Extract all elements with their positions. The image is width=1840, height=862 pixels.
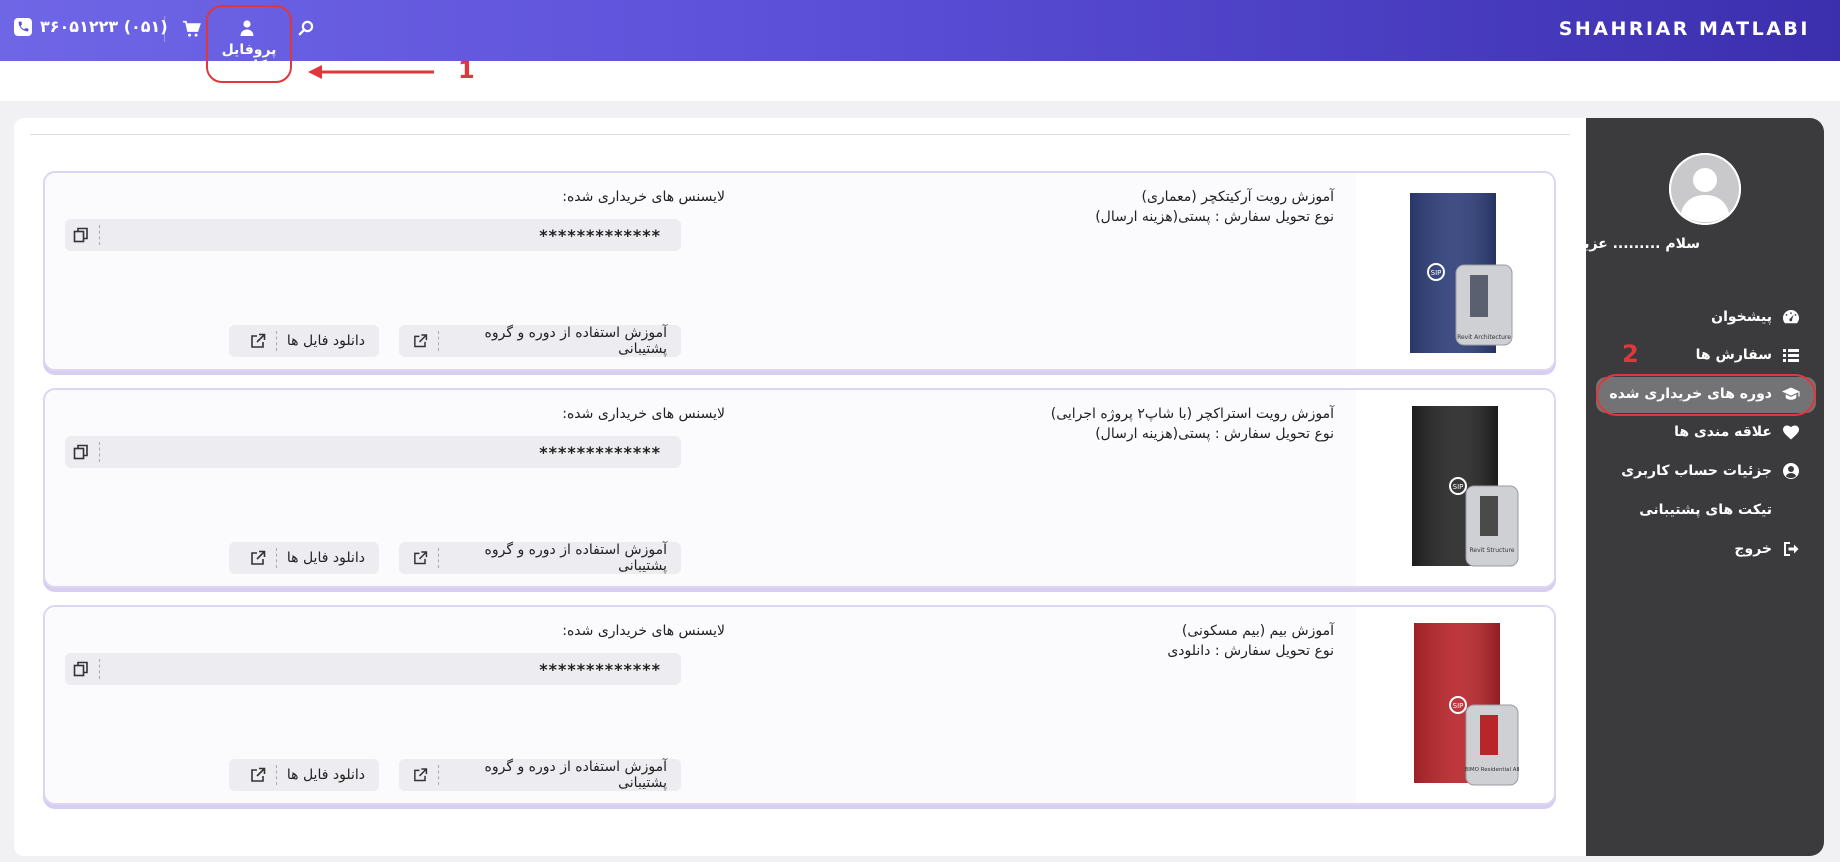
support-guide-button[interactable]: آموزش استفاده از دوره و گروه پشتیبانی xyxy=(399,542,681,574)
button-divider xyxy=(275,331,277,351)
course-card: SIP Revit Structure آموزش رویت استراکچر … xyxy=(43,388,1556,588)
external-link-icon xyxy=(414,551,428,565)
svg-text:SIP: SIP xyxy=(1431,269,1442,277)
sidebar-item-account-details[interactable]: جزئیات حساب کاربری xyxy=(1621,462,1800,480)
heart-icon xyxy=(1782,423,1800,441)
field-divider xyxy=(99,225,100,245)
phone-number: (۰۵۱) ۳۶۰۵۱۲۲۳ xyxy=(40,17,168,36)
download-files-button[interactable]: دانلود فایل ها xyxy=(229,542,379,574)
product-box-image[interactable]: SIP Revit Architecture xyxy=(1396,189,1526,359)
product-box-image[interactable]: SIP BIMO Residential All xyxy=(1396,619,1526,793)
course-title[interactable]: آموزش رویت آرکیتکچر (معماری) xyxy=(1142,189,1335,205)
course-image-area: SIP BIMO Residential All xyxy=(1356,607,1554,803)
button-label: دانلود فایل ها xyxy=(286,333,365,349)
copy-icon[interactable] xyxy=(73,227,89,243)
external-link-icon xyxy=(251,767,266,782)
brand-logo[interactable]: SHAHRIAR MATLABI xyxy=(1559,18,1810,40)
support-guide-button[interactable]: آموزش استفاده از دوره و گروه پشتیبانی xyxy=(399,325,681,357)
button-divider xyxy=(275,548,277,568)
button-label: آموزش استفاده از دوره و گروه پشتیبانی xyxy=(484,325,667,357)
sidebar-item-label: جزئیات حساب کاربری xyxy=(1621,463,1772,479)
annotation-arrow-icon xyxy=(308,65,434,79)
license-field: ************* xyxy=(65,653,681,685)
course-card: SIP BIMO Residential All آموزش بیم (بیم … xyxy=(43,605,1556,805)
sidebar-item-label: سفارش ها xyxy=(1695,347,1772,363)
svg-text:SIP: SIP xyxy=(1453,483,1464,491)
button-label: دانلود فایل ها xyxy=(286,550,365,566)
dashboard-icon xyxy=(1782,308,1800,326)
license-value[interactable]: ************* xyxy=(539,226,661,245)
sidebar-item-logout[interactable]: خروج xyxy=(1734,540,1800,558)
license-value[interactable]: ************* xyxy=(539,660,661,679)
sidebar-item-dashboard[interactable]: پیشخوان xyxy=(1711,308,1800,326)
sidebar-item-support-tickets[interactable]: تیکت های پشتیبانی xyxy=(1639,501,1800,519)
sidebar-item-label: پیشخوان xyxy=(1711,309,1772,325)
field-divider xyxy=(99,442,100,462)
annotation-highlight-profile xyxy=(206,5,292,83)
course-image-area: SIP Revit Structure xyxy=(1356,390,1554,586)
license-label: لایسنس های خریداری شده: xyxy=(562,406,725,422)
phone-icon xyxy=(14,17,32,36)
header-divider xyxy=(164,16,165,42)
product-box-label: Revit Architecture xyxy=(1457,334,1511,341)
greeting-text: سلام ......... عزیز! xyxy=(1569,236,1700,252)
external-link-icon xyxy=(251,550,266,565)
user-circle-icon xyxy=(1782,462,1800,480)
ticket-icon xyxy=(1782,501,1800,519)
external-link-icon xyxy=(414,334,428,348)
product-box-label: BIMO Residential All xyxy=(1464,767,1520,773)
delivery-type: نوع تحویل سفارش : پستی(هزینه ارسال) xyxy=(1095,426,1334,442)
license-label: لایسنس های خریداری شده: xyxy=(562,623,725,639)
button-label: دانلود فایل ها xyxy=(286,767,365,783)
sign-out-icon xyxy=(1782,540,1800,558)
sidebar-item-label: علاقه مندی ها xyxy=(1674,424,1772,440)
delivery-type: نوع تحویل سفارش : دانلودی xyxy=(1167,643,1334,659)
sidebar-item-label: تیکت های پشتیبانی xyxy=(1639,502,1772,518)
support-guide-button[interactable]: آموزش استفاده از دوره و گروه پشتیبانی xyxy=(399,759,681,791)
button-divider xyxy=(275,765,277,785)
download-files-button[interactable]: دانلود فایل ها xyxy=(229,759,379,791)
license-field: ************* xyxy=(65,436,681,468)
annotation-number-1: 1 xyxy=(458,56,475,84)
account-sidebar xyxy=(1585,118,1824,856)
copy-icon[interactable] xyxy=(73,661,89,677)
avatar-placeholder-icon xyxy=(1669,153,1741,225)
product-box-label: Revit Structure xyxy=(1470,547,1515,554)
external-link-icon xyxy=(414,768,428,782)
sidebar-item-label: خروج xyxy=(1734,541,1772,557)
list-icon xyxy=(1782,346,1800,364)
license-field: ************* xyxy=(65,219,681,251)
course-image-area: SIP Revit Architecture xyxy=(1356,173,1554,369)
avatar[interactable] xyxy=(1669,153,1741,225)
annotation-number-2: 2 xyxy=(1622,340,1639,368)
course-card: SIP Revit Architecture آموزش رویت آرکیتک… xyxy=(43,171,1556,371)
sidebar-item-wishlist[interactable]: علاقه مندی ها xyxy=(1674,423,1800,441)
delivery-type: نوع تحویل سفارش : پستی(هزینه ارسال) xyxy=(1095,209,1334,225)
field-divider xyxy=(99,659,100,679)
license-value[interactable]: ************* xyxy=(539,443,661,462)
sidebar-item-label: دوره های خریداری شده xyxy=(1609,386,1772,402)
copy-icon[interactable] xyxy=(73,444,89,460)
phone-contact[interactable]: (۰۵۱) ۳۶۰۵۱۲۲۳ xyxy=(14,17,168,36)
product-box-image[interactable]: SIP Revit Structure xyxy=(1396,402,1526,576)
course-title[interactable]: آموزش رویت استراکچر (با شاپ۲ پروژه اجرای… xyxy=(1051,406,1334,422)
section-divider xyxy=(30,134,1570,135)
button-divider xyxy=(437,765,439,785)
external-link-icon xyxy=(251,333,266,348)
search-icon[interactable] xyxy=(298,20,314,36)
button-label: آموزش استفاده از دوره و گروه پشتیبانی xyxy=(484,542,667,574)
sidebar-item-purchased-courses[interactable]: دوره های خریداری شده xyxy=(1609,385,1800,403)
button-divider xyxy=(437,331,439,351)
graduation-cap-icon xyxy=(1782,385,1800,403)
sidebar-item-orders[interactable]: سفارش ها xyxy=(1696,346,1800,364)
download-files-button[interactable]: دانلود فایل ها xyxy=(229,325,379,357)
button-label: آموزش استفاده از دوره و گروه پشتیبانی xyxy=(484,759,667,791)
license-label: لایسنس های خریداری شده: xyxy=(562,189,725,205)
svg-text:SIP: SIP xyxy=(1453,702,1464,710)
cart-icon[interactable] xyxy=(182,20,202,38)
button-divider xyxy=(437,548,439,568)
course-title[interactable]: آموزش بیم (بیم مسکونی) xyxy=(1182,623,1334,639)
